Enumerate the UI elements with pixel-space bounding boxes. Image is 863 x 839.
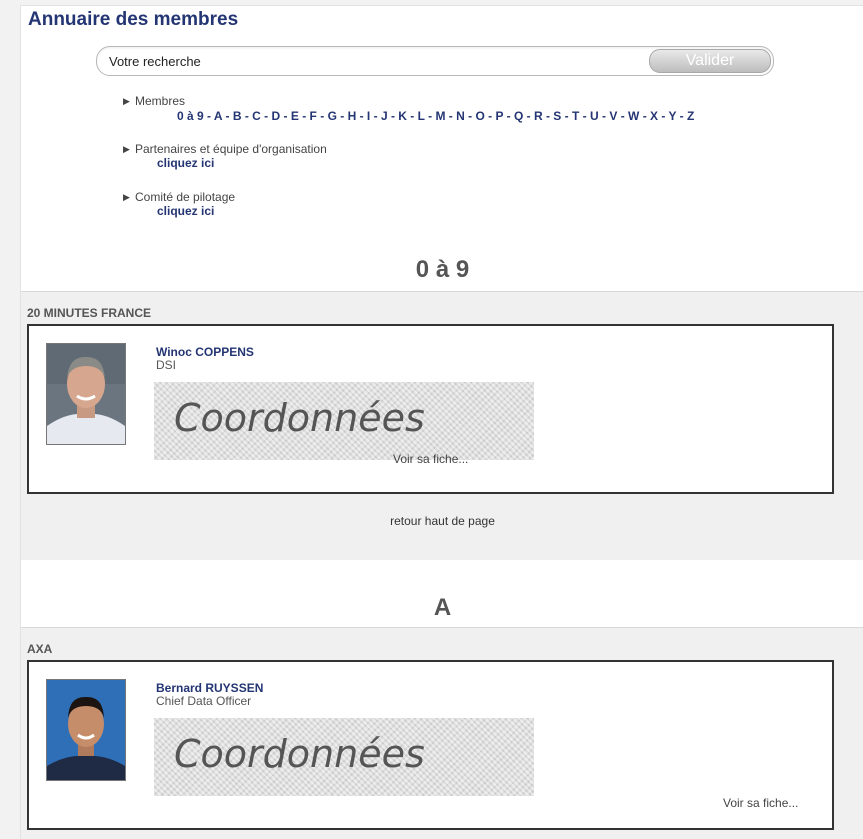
alphabet-separator: - [356, 109, 367, 123]
alphabet-separator: - [503, 109, 514, 123]
alphabet-separator: - [484, 109, 496, 123]
nav-committee: ▶ Comité de pilotage cliquez ici [123, 190, 235, 218]
nav-members: ▶ Membres 0 à 9 - A - B - C - D - E - F -… [123, 94, 694, 123]
nav-committee-label: Comité de pilotage [135, 190, 236, 204]
member-photo [46, 679, 126, 781]
alphabet-link[interactable]: F [310, 109, 317, 123]
alphabet-separator: - [445, 109, 457, 123]
member-name[interactable]: Winoc COPPENS [156, 345, 254, 359]
triangle-right-icon: ▶ [123, 144, 130, 154]
alphabet-separator: - [336, 109, 348, 123]
triangle-right-icon: ▶ [123, 192, 130, 202]
search-submit-button[interactable]: Valider [649, 49, 771, 73]
alphabet-index: 0 à 9 - A - B - C - D - E - F - G - H - … [123, 109, 694, 123]
alphabet-separator: - [424, 109, 436, 123]
alphabet-separator: - [203, 109, 214, 123]
alphabet-link[interactable]: Q [514, 109, 523, 123]
contact-info-label: Coordonnées [174, 396, 425, 440]
alphabet-link[interactable]: R [534, 109, 543, 123]
alphabet-link[interactable]: Z [687, 109, 694, 123]
member-role: Chief Data Officer [156, 694, 252, 708]
alphabet-link[interactable]: E [291, 109, 299, 123]
alphabet-separator: - [298, 109, 310, 123]
company-name: AXA [27, 642, 53, 656]
member-card: Winoc COPPENS DSI Coordonnées Voir sa fi… [27, 324, 834, 494]
section-heading-a: A [433, 594, 452, 621]
alphabet-link[interactable]: D [272, 109, 281, 123]
alphabet-separator: - [464, 109, 476, 123]
alphabet-link[interactable]: W [628, 109, 639, 123]
alphabet-separator: - [639, 109, 651, 123]
alphabet-link[interactable]: C [252, 109, 261, 123]
section-heading-0-9: 0 à 9 [415, 256, 470, 283]
alphabet-link[interactable]: M [435, 109, 445, 123]
company-name: 20 MINUTES FRANCE [27, 306, 152, 320]
alphabet-link[interactable]: B [233, 109, 242, 123]
back-to-top-link[interactable]: retour haut de page [21, 514, 863, 528]
alphabet-link[interactable]: N [456, 109, 465, 123]
view-profile-link[interactable]: Voir sa fiche... [393, 452, 468, 466]
alphabet-separator: - [280, 109, 291, 123]
member-name[interactable]: Bernard RUYSSEN [156, 681, 263, 695]
alphabet-separator: - [406, 109, 418, 123]
contact-info-label: Coordonnées [174, 732, 425, 776]
alphabet-link[interactable]: K [398, 109, 407, 123]
nav-partners: ▶ Partenaires et équipe d'organisation cl… [123, 142, 327, 170]
alphabet-link[interactable]: G [328, 109, 337, 123]
view-profile-link[interactable]: Voir sa fiche... [723, 796, 798, 810]
nav-members-label: Membres [135, 94, 186, 108]
triangle-right-icon: ▶ [123, 96, 130, 106]
nav-partners-label: Partenaires et équipe d'organisation [135, 142, 327, 156]
alphabet-link[interactable]: H [348, 109, 357, 123]
search-bar: Valider [96, 46, 774, 76]
alphabet-separator: - [387, 109, 399, 123]
alphabet-separator: - [579, 109, 590, 123]
section-panel-a: AXA Bernard RUYSSEN Chief Data Officer C… [21, 627, 863, 839]
directory-page: Annuaire des membres Valider ▶ Membres 0 … [20, 5, 863, 839]
alphabet-separator: - [658, 109, 669, 123]
member-photo [46, 343, 126, 445]
partners-link[interactable]: cliquez ici [157, 156, 214, 170]
alphabet-separator: - [561, 109, 572, 123]
committee-link[interactable]: cliquez ici [157, 204, 214, 218]
search-input[interactable] [109, 52, 629, 70]
alphabet-link[interactable]: L [418, 109, 425, 123]
alphabet-link[interactable]: 0 à 9 [177, 109, 204, 123]
alphabet-separator: - [542, 109, 554, 123]
alphabet-separator: - [241, 109, 253, 123]
alphabet-separator: - [260, 109, 272, 123]
alphabet-separator: - [598, 109, 610, 123]
alphabet-link[interactable]: U [590, 109, 599, 123]
member-card: Bernard RUYSSEN Chief Data Officer Coord… [27, 660, 834, 830]
alphabet-link[interactable]: O [475, 109, 484, 123]
alphabet-separator: - [316, 109, 328, 123]
contact-info-block: Coordonnées [154, 382, 534, 460]
alphabet-separator: - [222, 109, 233, 123]
alphabet-link[interactable]: X [650, 109, 658, 123]
page-title: Annuaire des membres [28, 9, 239, 30]
alphabet-link[interactable]: A [214, 109, 222, 123]
alphabet-separator: - [617, 109, 629, 123]
alphabet-separator: - [676, 109, 687, 123]
section-panel-0-9: 20 MINUTES FRANCE Winoc COPPENS DSI Coor… [21, 291, 863, 560]
alphabet-separator: - [370, 109, 381, 123]
alphabet-separator: - [523, 109, 534, 123]
alphabet-link[interactable]: J [381, 109, 388, 123]
contact-info-block: Coordonnées [154, 718, 534, 796]
member-role: DSI [156, 358, 177, 372]
